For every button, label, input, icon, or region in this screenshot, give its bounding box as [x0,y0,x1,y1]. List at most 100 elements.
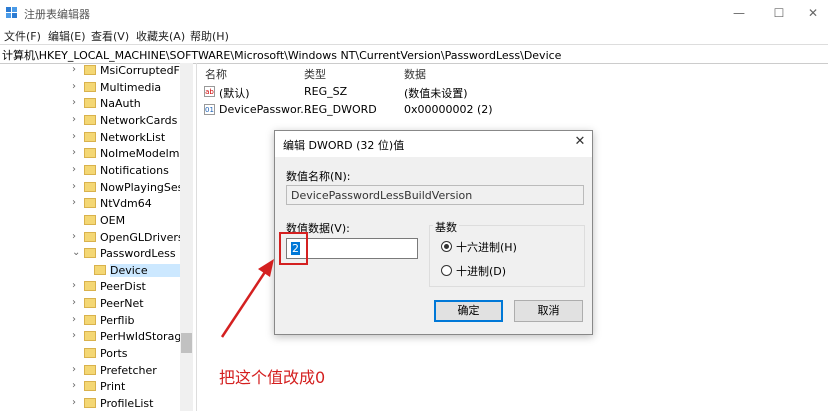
expand-chevron-icon[interactable]: › [72,314,82,326]
expand-chevron-icon[interactable]: › [72,147,82,159]
menu-file[interactable]: 文件(F) [4,28,41,44]
tree-item[interactable]: OEM [0,213,180,229]
folder-icon [84,348,96,359]
tree-item[interactable]: › PerHwIdStorage [0,329,180,345]
annotation-text: 把这个值改成0 [219,368,326,387]
value-name[interactable]: DevicePasswor... [219,103,311,116]
menu-help[interactable]: 帮助(H) [190,28,229,44]
dec-radio-label[interactable]: 十进制(D) [456,263,506,279]
menu-favorites[interactable]: 收藏夹(A) [136,28,185,44]
tree-item-label: NtVdm64 [100,197,152,211]
tree-item-label: Prefetcher [100,363,157,377]
value-name[interactable]: (默认) [219,85,250,101]
tree-item[interactable]: › MsiCorruptedFileRecovery [0,63,180,79]
tree-item[interactable]: › Multimedia [0,80,180,96]
tree-item-label: Device [110,263,180,277]
tree-item-label: MsiCorruptedFileRecovery [100,64,180,77]
tree-item[interactable]: › OpenGLDrivers [0,230,180,246]
tree-item[interactable]: › NetworkList [0,130,180,146]
expand-chevron-icon[interactable]: › [72,181,82,193]
expand-chevron-icon[interactable]: › [72,231,82,243]
tree-item-label: NetworkCards [100,113,178,127]
folder-icon [84,298,96,309]
tree-item[interactable]: ⌄ PasswordLess [0,246,180,262]
dec-radio[interactable] [441,265,452,276]
base-label: 基数 [433,219,459,235]
folder-icon [84,231,96,242]
column-header-data[interactable]: 数据 [404,66,426,82]
tree-scroll-thumb[interactable] [181,333,192,353]
folder-icon [84,181,96,192]
tree-item[interactable]: › NaAuth [0,96,180,112]
folder-icon [84,364,96,375]
value-name-field: DevicePasswordLessBuildVersion [286,185,584,205]
registry-tree: › MsiCorruptedFileRecovery › Multimedia › NaA… [0,63,195,411]
tree-item[interactable]: Ports [0,346,180,362]
tree-item[interactable]: › PeerNet [0,296,180,312]
tree-item[interactable]: Device [0,263,180,279]
hex-radio-label[interactable]: 十六进制(H) [456,239,517,255]
tree-item-label: Notifications [100,163,169,177]
dword-value-icon: 01 [204,104,215,115]
tree-item-label: Perflib [100,313,135,327]
expand-chevron-icon[interactable]: › [72,397,82,409]
expand-chevron-icon[interactable]: › [72,197,82,209]
regedit-icon [6,7,18,19]
tree-item[interactable]: › Prefetcher [0,363,180,379]
expand-chevron-icon[interactable]: › [72,81,82,93]
expand-chevron-icon[interactable]: › [72,164,82,176]
tree-scrollbar[interactable] [180,63,193,411]
folder-icon [84,131,96,142]
tree-item[interactable]: › ProfileList [0,396,180,412]
tree-item[interactable]: › Notifications [0,163,180,179]
expand-chevron-icon[interactable]: › [72,64,82,76]
tree-item-label: NoImeModelmes [100,147,180,161]
folder-icon [84,248,96,259]
cancel-button[interactable]: 取消 [514,300,583,322]
menu-edit[interactable]: 编辑(E) [48,28,86,44]
tree-item-label: PeerNet [100,297,144,311]
dialog-close-icon[interactable]: ✕ [570,134,590,152]
folder-icon [84,331,96,342]
address-path[interactable]: 计算机\HKEY_LOCAL_MACHINE\SOFTWARE\Microsof… [2,47,561,63]
tree-item[interactable]: › NowPlayingSessionManager [0,180,180,196]
expand-chevron-icon[interactable]: › [72,330,82,342]
window-title: 注册表编辑器 [24,8,90,21]
folder-icon [94,264,106,275]
expand-chevron-icon[interactable]: › [72,97,82,109]
menu-view[interactable]: 查看(V) [91,28,129,44]
tree-item[interactable]: › Print [0,379,180,395]
ok-button[interactable]: 确定 [434,300,503,322]
expand-chevron-icon[interactable]: › [72,114,82,126]
pane-divider[interactable] [196,63,197,411]
tree-item[interactable]: › NoImeModelmes [0,146,180,162]
tree-item[interactable]: › PeerDist [0,279,180,295]
address-bar[interactable]: 计算机\HKEY_LOCAL_MACHINE\SOFTWARE\Microsof… [0,44,828,64]
expand-chevron-icon[interactable]: › [72,280,82,292]
close-window-button[interactable]: ✕ [793,0,828,26]
expand-chevron-icon[interactable]: ⌄ [72,247,82,259]
value-type: REG_DWORD [304,103,377,116]
expand-chevron-icon[interactable]: › [72,380,82,392]
tree-item-label: Ports [100,347,128,361]
hex-radio[interactable] [441,241,452,252]
folder-icon [84,281,96,292]
tree-item[interactable]: › NtVdm64 [0,196,180,212]
title-bar: 注册表编辑器 — ☐ ✕ [0,0,828,26]
edit-dword-dialog: 编辑 DWORD (32 位)值 ✕ 数值名称(N): DevicePasswo… [274,130,593,335]
folder-icon [84,164,96,175]
tree-item[interactable]: › NetworkCards [0,113,180,129]
tree-item-label: PerHwIdStorage [100,330,180,344]
expand-chevron-icon[interactable]: › [72,297,82,309]
value-data: 0x00000002 (2) [404,103,493,116]
expand-chevron-icon[interactable]: › [72,364,82,376]
tree-item[interactable]: › Perflib [0,313,180,329]
expand-chevron-icon[interactable]: › [72,131,82,143]
folder-icon [84,314,96,325]
column-header-type[interactable]: 类型 [304,66,326,82]
minimize-button[interactable]: — [719,0,759,26]
tree-item-label: Print [100,380,126,394]
value-name-label: 数值名称(N): [286,170,351,183]
tree-item-label: PasswordLess [100,247,176,261]
column-header-name[interactable]: 名称 [205,66,227,82]
